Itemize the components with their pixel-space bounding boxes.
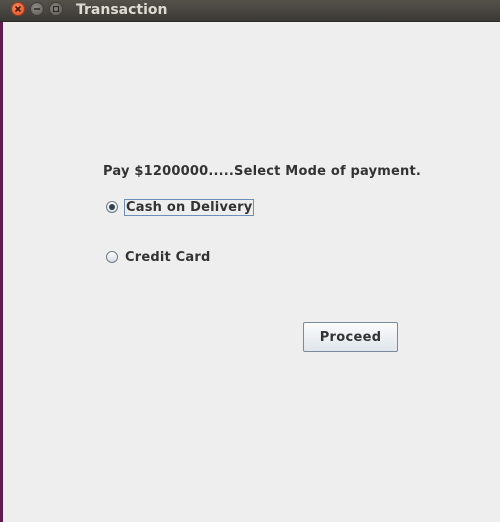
maximize-icon (52, 5, 60, 13)
window-edge (0, 0, 3, 522)
minimize-window-button[interactable] (30, 2, 44, 16)
close-window-button[interactable] (11, 2, 25, 16)
title-bar: Transaction (0, 0, 500, 22)
radio-button-selected[interactable] (106, 201, 118, 213)
close-icon (14, 5, 22, 13)
radio-label-credit-card[interactable]: Credit Card (124, 250, 212, 265)
radio-cash-on-delivery[interactable]: Cash on Delivery (106, 198, 255, 216)
transaction-window: Transaction Pay $1200000.....Select Mode… (0, 0, 500, 522)
radio-credit-card[interactable]: Credit Card (106, 248, 212, 266)
maximize-window-button[interactable] (49, 2, 63, 16)
radio-label-cash-on-delivery[interactable]: Cash on Delivery (124, 198, 255, 216)
window-title: Transaction (76, 2, 168, 18)
payment-prompt: Pay $1200000.....Select Mode of payment. (103, 164, 422, 179)
minimize-icon (34, 8, 40, 10)
proceed-button[interactable]: Proceed (303, 322, 398, 352)
radio-button[interactable] (106, 251, 118, 263)
